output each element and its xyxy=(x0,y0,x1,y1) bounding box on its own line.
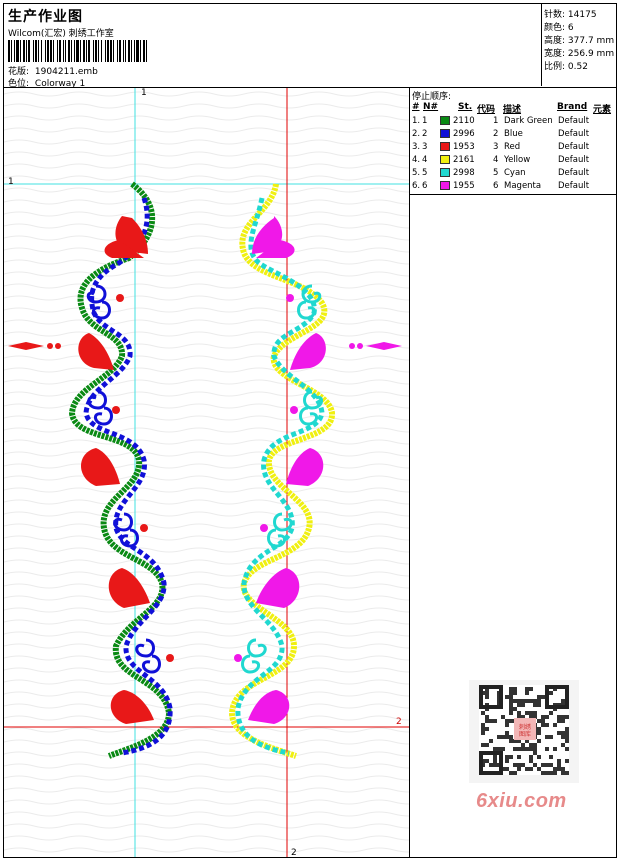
row-brand: Default xyxy=(558,155,590,165)
color-swatch xyxy=(440,129,450,138)
colors-row: 颜色: 6 xyxy=(544,20,574,33)
row-desc: Red xyxy=(504,142,521,152)
qr-code: 刺绣 图库 xyxy=(469,680,579,783)
row-index: 1 xyxy=(493,116,499,126)
canvas-divider xyxy=(409,87,410,858)
colors-value: 6 xyxy=(567,23,574,33)
col-header-code: 代码 xyxy=(477,105,496,115)
height-row: 高度: 377.7 mm xyxy=(544,33,614,46)
colors-label: 颜色: xyxy=(544,23,566,33)
row-desc: Yellow xyxy=(504,155,531,165)
row-index: 4 xyxy=(493,155,499,165)
row-n: 2 xyxy=(422,129,428,139)
sequence-title: 停止顺序: xyxy=(412,92,452,102)
site-watermark: 6xiu.com xyxy=(476,790,567,812)
col-header-desc: 描述 xyxy=(503,105,522,115)
scale-value: 0.52 xyxy=(567,62,588,72)
stitches-value: 14175 xyxy=(567,10,597,20)
row-code: 2161 xyxy=(453,155,475,165)
color-swatch xyxy=(440,181,450,190)
row-num: 3. xyxy=(412,142,421,152)
guide-label-v1: 1 xyxy=(141,88,147,98)
col-header-brand: Brand xyxy=(557,102,588,112)
row-brand: Default xyxy=(558,181,590,191)
row-num: 2. xyxy=(412,129,421,139)
guide-label-h2: 2 xyxy=(396,717,402,727)
row-code: 1953 xyxy=(453,142,475,152)
scale-label: 比例: xyxy=(544,62,566,72)
stop-sequence-table: 停止顺序: # N# St. 代码 描述 Brand 元素 1. 1 2110 … xyxy=(410,88,616,194)
row-brand: Default xyxy=(558,168,590,178)
company-name: Wilcom(汇宏) 刺绣工作室 xyxy=(8,29,114,39)
col-header-st: St. xyxy=(458,102,473,112)
height-value: 377.7 mm xyxy=(567,36,615,46)
scale-row: 比例: 0.52 xyxy=(544,59,588,72)
width-row: 宽度: 256.9 mm xyxy=(544,46,614,59)
header: 生产作业图 Wilcom(汇宏) 刺绣工作室 花版: 1904211.emb 色… xyxy=(4,4,541,89)
row-index: 2 xyxy=(493,129,499,139)
stitches-row: 针数: 14175 xyxy=(544,7,597,20)
design-canvas[interactable]: 1 1 2 2 xyxy=(4,88,409,857)
row-desc: Dark Green xyxy=(504,116,553,126)
col-header-num: # xyxy=(412,102,420,112)
row-desc: Blue xyxy=(504,129,523,139)
row-index: 3 xyxy=(493,142,499,152)
embroidery-design xyxy=(4,88,409,857)
stitches-label: 针数: xyxy=(544,10,566,20)
page-title: 生产作业图 xyxy=(8,9,83,25)
guide-label-h1: 1 xyxy=(8,177,14,187)
color-swatch xyxy=(440,155,450,164)
table-row: 5. 5 2998 5 Cyan Default xyxy=(410,168,616,181)
color-swatch xyxy=(440,142,450,151)
row-code: 2110 xyxy=(453,116,475,126)
table-row: 1. 1 2110 1 Dark Green Default xyxy=(410,116,616,129)
row-desc: Magenta xyxy=(504,181,542,191)
row-n: 3 xyxy=(422,142,428,152)
row-num: 5. xyxy=(412,168,421,178)
col-header-element: 元素 xyxy=(593,105,612,115)
row-n: 1 xyxy=(422,116,428,126)
qr-badge: 刺绣 图库 xyxy=(518,724,531,738)
table-divider xyxy=(409,194,617,195)
row-n: 5 xyxy=(422,168,428,178)
row-n: 4 xyxy=(422,155,428,165)
row-index: 6 xyxy=(493,181,499,191)
row-num: 6. xyxy=(412,181,421,191)
barcode xyxy=(8,40,147,62)
row-code: 1955 xyxy=(453,181,475,191)
row-code: 2998 xyxy=(453,168,475,178)
width-value: 256.9 mm xyxy=(567,49,615,59)
row-n: 6 xyxy=(422,181,428,191)
row-brand: Default xyxy=(558,116,590,126)
table-row: 3. 3 1953 3 Red Default xyxy=(410,142,616,155)
width-label: 宽度: xyxy=(544,49,566,59)
table-row: 6. 6 1955 6 Magenta Default xyxy=(410,181,616,194)
color-swatch xyxy=(440,116,450,125)
table-row: 2. 2 2996 2 Blue Default xyxy=(410,129,616,142)
row-num: 4. xyxy=(412,155,421,165)
row-brand: Default xyxy=(558,129,590,139)
color-swatch xyxy=(440,168,450,177)
guide-label-v2: 2 xyxy=(291,848,297,857)
row-code: 2996 xyxy=(453,129,475,139)
height-label: 高度: xyxy=(544,36,566,46)
col-header-n: N# xyxy=(423,102,439,112)
row-desc: Cyan xyxy=(504,168,526,178)
row-brand: Default xyxy=(558,142,590,152)
table-row: 4. 4 2161 4 Yellow Default xyxy=(410,155,616,168)
row-num: 1. xyxy=(412,116,421,126)
info-panel: 针数: 14175 颜色: 6 高度: 377.7 mm 宽度: 256.9 m… xyxy=(541,4,617,86)
row-index: 5 xyxy=(493,168,499,178)
